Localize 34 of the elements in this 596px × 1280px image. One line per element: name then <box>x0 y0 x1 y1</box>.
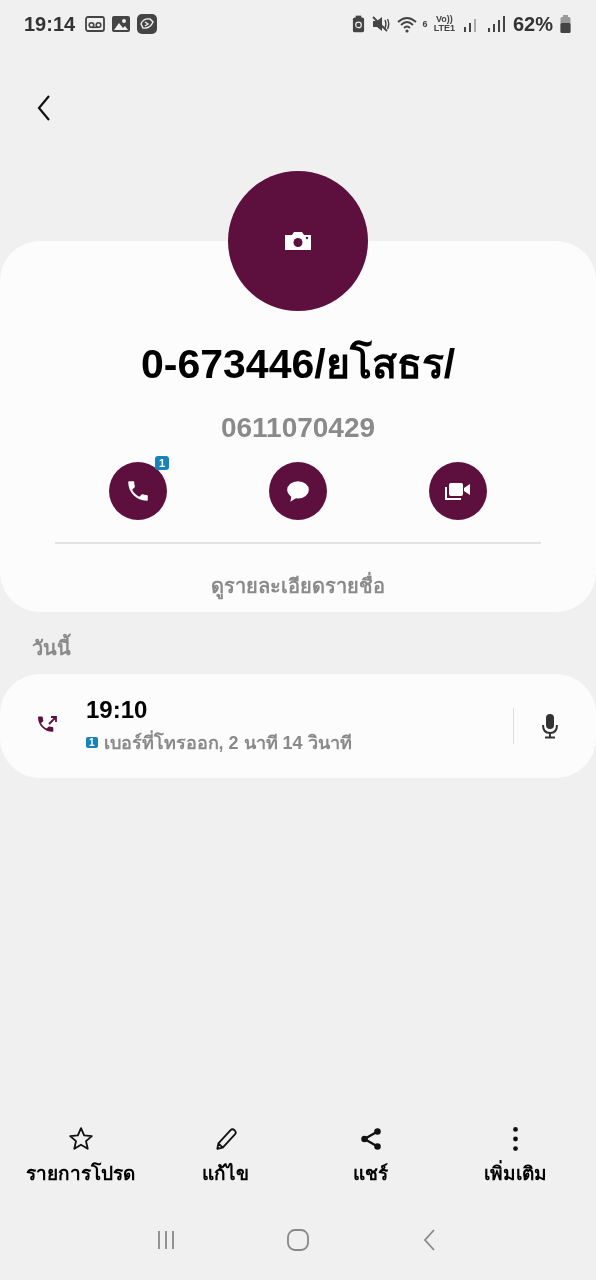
image-icon <box>111 14 132 34</box>
favorites-button[interactable]: รายการโปรด <box>10 1126 151 1188</box>
lte-label: LTE1 <box>433 24 455 33</box>
star-icon <box>67 1126 94 1152</box>
call-description: เบอร์ที่โทรออก, 2 นาที 14 วินาที <box>103 729 352 755</box>
message-button[interactable] <box>269 462 327 520</box>
back-icon[interactable] <box>36 94 52 122</box>
battery-percent: 62% <box>512 12 553 36</box>
call-log-item[interactable]: 19:10 1 เบอร์ที่โทรออก, 2 นาที 14 วินาที <box>0 674 596 778</box>
sim-badge: 1 <box>86 736 98 748</box>
microphone-icon[interactable] <box>540 712 560 740</box>
battery-saver-icon <box>351 14 365 34</box>
sim-badge: 1 <box>154 456 169 470</box>
camera-icon[interactable] <box>283 230 313 252</box>
battery-icon <box>559 14 572 34</box>
mute-icon <box>370 14 391 34</box>
section-heading: วันนี้ <box>0 612 596 674</box>
share-button[interactable]: แชร์ <box>300 1126 441 1188</box>
wifi-icon <box>396 14 417 34</box>
wifi-band-label: 6 <box>422 19 428 29</box>
app-icon <box>137 14 158 34</box>
more-button[interactable]: เพิ่มเติม <box>445 1126 586 1188</box>
more-options-icon <box>513 1127 518 1151</box>
home-icon[interactable] <box>286 1228 310 1252</box>
volte-label: Vo)) <box>435 15 453 24</box>
status-time: 19:14 <box>24 12 76 36</box>
video-call-button[interactable] <box>429 462 487 520</box>
phone-number: 0611070429 <box>220 412 376 444</box>
edit-button[interactable]: แก้ไข <box>155 1126 296 1188</box>
signal-icon <box>486 14 507 34</box>
voicemail-icon <box>85 14 106 34</box>
chat-bubble-icon <box>284 478 312 504</box>
call-time: 19:10 <box>86 695 149 724</box>
contact-name: 0-673446/ยโสธร/ <box>140 339 456 389</box>
